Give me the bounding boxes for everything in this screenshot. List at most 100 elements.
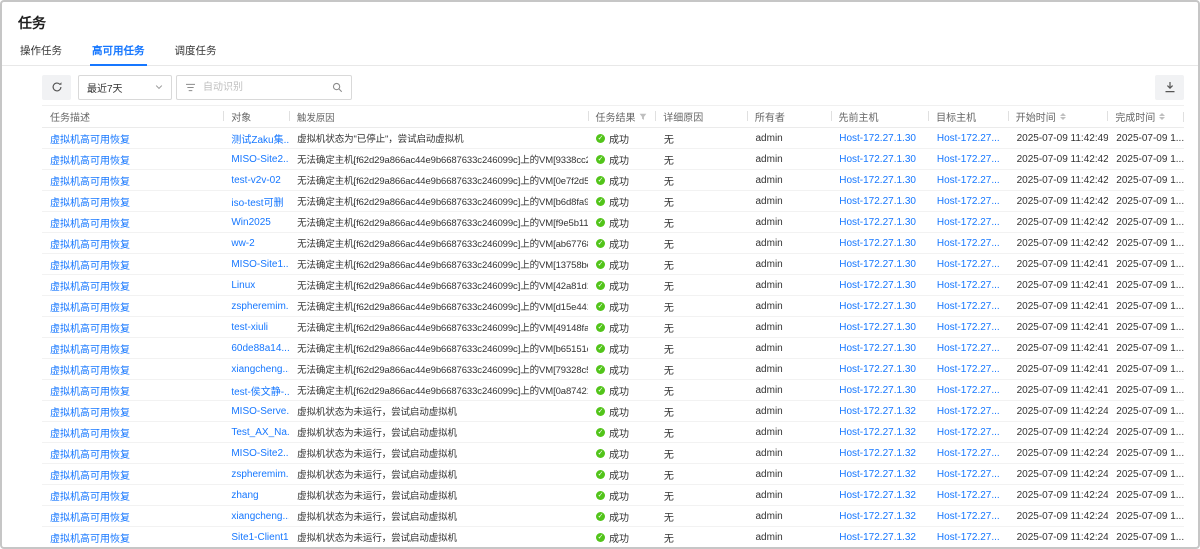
- target-host-link[interactable]: Host-172.27...: [929, 238, 1009, 249]
- task-description-link[interactable]: 虚拟机高可用恢复: [42, 488, 223, 503]
- target-host-link[interactable]: Host-172.27...: [929, 259, 1009, 270]
- search-input[interactable]: [201, 81, 327, 94]
- previous-host-link[interactable]: Host-172.27.1.30: [831, 259, 929, 270]
- target-host-link[interactable]: Host-172.27...: [929, 133, 1009, 144]
- previous-host-link[interactable]: Host-172.27.1.32: [831, 448, 929, 459]
- target-host-link[interactable]: Host-172.27...: [929, 406, 1009, 417]
- object-link[interactable]: Win2025: [223, 217, 289, 228]
- tab-operation-tasks[interactable]: 操作任务: [18, 38, 64, 65]
- task-description-link[interactable]: 虚拟机高可用恢复: [42, 215, 223, 230]
- date-range-select[interactable]: 最近7天: [78, 75, 172, 100]
- object-link[interactable]: MISO-Site1...: [223, 259, 289, 270]
- object-link[interactable]: 60de88a14...: [223, 343, 289, 354]
- object-link[interactable]: xiangcheng....: [223, 511, 289, 522]
- task-description-link[interactable]: 虚拟机高可用恢复: [42, 383, 223, 398]
- target-host-link[interactable]: Host-172.27...: [929, 364, 1009, 375]
- success-icon: ✓: [596, 155, 605, 164]
- task-description-link[interactable]: 虚拟机高可用恢复: [42, 341, 223, 356]
- object-link[interactable]: Test_AX_Na...: [223, 427, 289, 438]
- object-link[interactable]: test-xiuli: [223, 322, 289, 333]
- previous-host-link[interactable]: Host-172.27.1.32: [831, 469, 929, 480]
- object-link[interactable]: MISO-Site2...: [223, 154, 289, 165]
- task-description-link[interactable]: 虚拟机高可用恢复: [42, 236, 223, 251]
- task-description-link[interactable]: 虚拟机高可用恢复: [42, 194, 223, 209]
- previous-host-link[interactable]: Host-172.27.1.30: [831, 385, 929, 396]
- sort-icon[interactable]: [1159, 113, 1165, 120]
- object-link[interactable]: Site1-Client1: [223, 532, 289, 543]
- previous-host-link[interactable]: Host-172.27.1.32: [831, 427, 929, 438]
- object-link[interactable]: MISO-Serve...: [223, 406, 289, 417]
- target-host-link[interactable]: Host-172.27...: [929, 469, 1009, 480]
- previous-host-link[interactable]: Host-172.27.1.30: [831, 322, 929, 333]
- target-host-link[interactable]: Host-172.27...: [929, 511, 1009, 522]
- previous-host-link[interactable]: Host-172.27.1.30: [831, 154, 929, 165]
- target-host-link[interactable]: Host-172.27...: [929, 175, 1009, 186]
- previous-host-link[interactable]: Host-172.27.1.32: [831, 511, 929, 522]
- object-link[interactable]: zspheremim...: [223, 469, 289, 480]
- object-link[interactable]: MISO-Site2...: [223, 448, 289, 459]
- previous-host-link[interactable]: Host-172.27.1.30: [831, 175, 929, 186]
- target-host-link[interactable]: Host-172.27...: [929, 217, 1009, 228]
- task-description-link[interactable]: 虚拟机高可用恢复: [42, 131, 223, 146]
- task-description-link[interactable]: 虚拟机高可用恢复: [42, 467, 223, 482]
- object-link[interactable]: test-v2v-02: [223, 175, 289, 186]
- target-host-link[interactable]: Host-172.27...: [929, 532, 1009, 543]
- column-label: 任务结果: [596, 109, 636, 124]
- download-button[interactable]: [1155, 75, 1184, 100]
- target-host-link[interactable]: Host-172.27...: [929, 490, 1009, 501]
- target-host-link[interactable]: Host-172.27...: [929, 154, 1009, 165]
- previous-host-link[interactable]: Host-172.27.1.30: [831, 238, 929, 249]
- column-header-start-time[interactable]: 开始时间: [1008, 106, 1108, 127]
- sort-icon[interactable]: [1060, 113, 1066, 120]
- refresh-button[interactable]: [42, 75, 71, 100]
- task-description-link[interactable]: 虚拟机高可用恢复: [42, 362, 223, 377]
- target-host-link[interactable]: Host-172.27...: [929, 280, 1009, 291]
- object-link[interactable]: Linux: [223, 280, 289, 291]
- previous-host-link[interactable]: Host-172.27.1.30: [831, 364, 929, 375]
- object-link[interactable]: xiangcheng....: [223, 364, 289, 375]
- task-description-link[interactable]: 虚拟机高可用恢复: [42, 299, 223, 314]
- filter-funnel-icon[interactable]: [639, 113, 647, 121]
- target-host-link[interactable]: Host-172.27...: [929, 427, 1009, 438]
- target-host-link[interactable]: Host-172.27...: [929, 343, 1009, 354]
- column-header-end-time[interactable]: 完成时间: [1107, 106, 1183, 127]
- task-description-link[interactable]: 虚拟机高可用恢复: [42, 509, 223, 524]
- tab-ha-tasks[interactable]: 高可用任务: [90, 38, 147, 65]
- object-link[interactable]: zspheremim...: [223, 301, 289, 312]
- previous-host-link[interactable]: Host-172.27.1.30: [831, 301, 929, 312]
- task-description-link[interactable]: 虚拟机高可用恢复: [42, 257, 223, 272]
- target-host-link[interactable]: Host-172.27...: [929, 448, 1009, 459]
- previous-host-link[interactable]: Host-172.27.1.30: [831, 280, 929, 291]
- task-description-link[interactable]: 虚拟机高可用恢复: [42, 404, 223, 419]
- task-description-link[interactable]: 虚拟机高可用恢复: [42, 446, 223, 461]
- task-description-link[interactable]: 虚拟机高可用恢复: [42, 425, 223, 440]
- task-description-link[interactable]: 虚拟机高可用恢复: [42, 173, 223, 188]
- task-description-link[interactable]: 虚拟机高可用恢复: [42, 278, 223, 293]
- search-icon[interactable]: [332, 82, 343, 93]
- previous-host-link[interactable]: Host-172.27.1.30: [831, 217, 929, 228]
- previous-host-link[interactable]: Host-172.27.1.32: [831, 490, 929, 501]
- previous-host-link[interactable]: Host-172.27.1.30: [831, 133, 929, 144]
- previous-host-link[interactable]: Host-172.27.1.32: [831, 532, 929, 543]
- trigger-reason-text: 虚拟机状态为未运行，尝试启动虚拟机: [289, 467, 588, 481]
- column-header-task-result[interactable]: 任务结果: [588, 106, 656, 127]
- task-description-link[interactable]: 虚拟机高可用恢复: [42, 152, 223, 167]
- object-link[interactable]: 测试Zaku集...: [223, 131, 289, 146]
- object-link[interactable]: zhang: [223, 490, 289, 501]
- task-description-link[interactable]: 虚拟机高可用恢复: [42, 530, 223, 545]
- previous-host-link[interactable]: Host-172.27.1.32: [831, 406, 929, 417]
- object-link[interactable]: ww-2: [223, 238, 289, 249]
- task-description-link[interactable]: 虚拟机高可用恢复: [42, 320, 223, 335]
- target-host-link[interactable]: Host-172.27...: [929, 301, 1009, 312]
- target-host-link[interactable]: Host-172.27...: [929, 322, 1009, 333]
- object-link[interactable]: test-侯文静-...: [223, 383, 289, 398]
- end-time-text: 2025-07-09 1...: [1108, 448, 1184, 459]
- target-host-link[interactable]: Host-172.27...: [929, 196, 1009, 207]
- task-result-cell: ✓成功: [588, 383, 656, 398]
- previous-host-link[interactable]: Host-172.27.1.30: [831, 196, 929, 207]
- tab-scheduled-tasks[interactable]: 调度任务: [173, 38, 219, 65]
- detail-reason-text: 无: [656, 383, 748, 398]
- target-host-link[interactable]: Host-172.27...: [929, 385, 1009, 396]
- object-link[interactable]: iso-test可删: [223, 194, 289, 209]
- previous-host-link[interactable]: Host-172.27.1.30: [831, 343, 929, 354]
